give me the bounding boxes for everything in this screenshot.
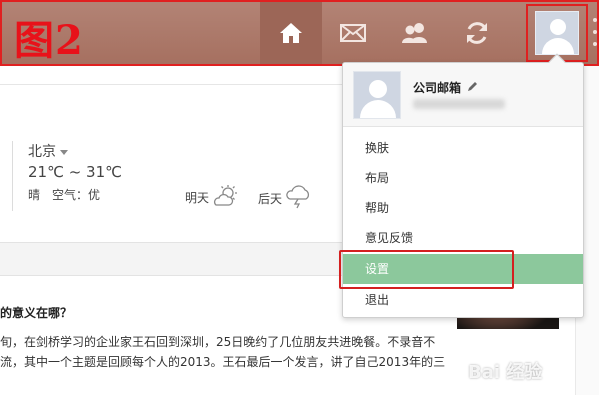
thunderstorm-icon <box>286 185 312 212</box>
menu-item-help[interactable]: 帮助 <box>343 193 583 223</box>
menu-item-feedback[interactable]: 意见反馈 <box>343 223 583 253</box>
chevron-down-icon <box>60 149 68 155</box>
account-header: 公司邮箱 <box>343 63 583 127</box>
account-email-blurred <box>413 99 505 109</box>
forecast-day-after-label: 后天 <box>258 192 283 206</box>
pencil-icon[interactable] <box>467 81 478 95</box>
partly-cloudy-icon <box>213 185 239 210</box>
account-avatar <box>353 71 401 119</box>
menu-item-skin[interactable]: 换肤 <box>343 133 583 163</box>
forecast-tomorrow-label: 明天 <box>185 191 210 205</box>
city-name: 北京 <box>28 144 56 160</box>
weather-divider <box>12 141 13 211</box>
annotation-highlight-box <box>339 250 514 289</box>
account-name-row[interactable]: 公司邮箱 <box>413 79 478 96</box>
menu-item-logout[interactable]: 退出 <box>343 285 583 315</box>
forecast-tomorrow: 明天 <box>185 185 239 210</box>
article-excerpt-line: 旬，在剑桥学习的企业家王石回到深圳，25日晚约了几位朋友共进晚餐。不录音不 <box>0 335 436 349</box>
weather-conditions: 晴 空气：优 <box>28 186 100 203</box>
article-title[interactable]: 的意义在哪？ <box>0 304 72 321</box>
article-excerpt-line: 流，其中一个主题是回顾每个人的2013。王石最后一个发言，讲了自己2013年的三 <box>0 355 446 369</box>
account-name: 公司邮箱 <box>413 81 462 95</box>
air-quality: 空气：优 <box>52 188 101 202</box>
menu-item-layout[interactable]: 布局 <box>343 163 583 193</box>
city-selector[interactable]: 北京 <box>28 141 68 161</box>
annotation-frame <box>0 0 599 66</box>
weather-condition: 晴 <box>28 188 41 202</box>
temperature-range: 21℃ ~ 31℃ <box>28 163 122 181</box>
watermark-url: jingyan.baidu.com <box>478 381 552 390</box>
forecast-day-after: 后天 <box>258 185 312 212</box>
